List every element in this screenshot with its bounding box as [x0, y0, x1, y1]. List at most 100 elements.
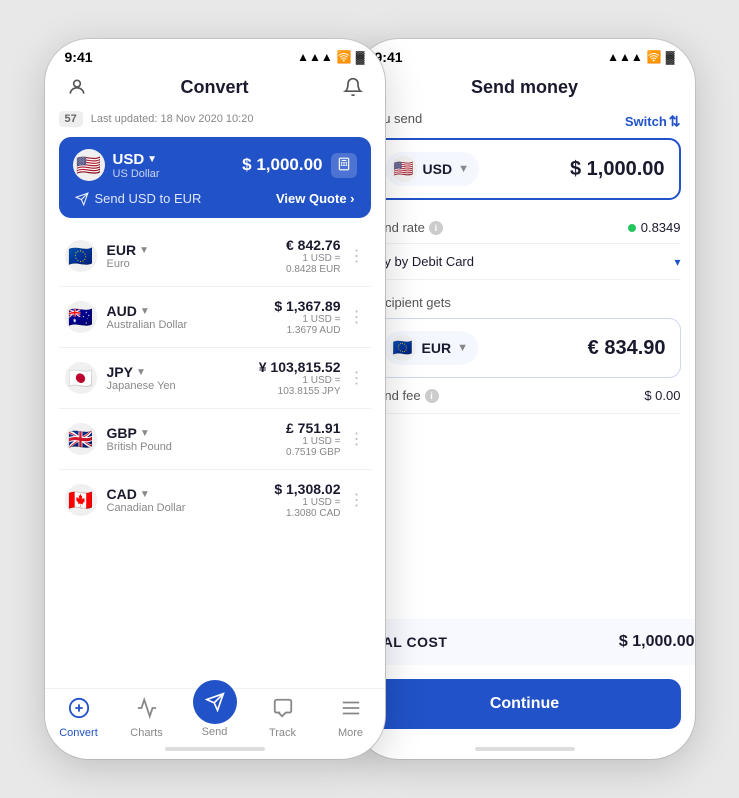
left-screen: 9:41 ▲▲▲ 🛜 ▓ Convert	[45, 39, 385, 759]
jpy-row[interactable]: 🇯🇵 JPY ▼ Japanese Yen ¥ 103,815.52 1 USD…	[59, 348, 371, 409]
recipient-currency-select[interactable]: 🇪🇺 EUR ▼	[384, 331, 478, 365]
fee-value: $ 0.00	[644, 388, 680, 403]
right-phone: 9:41 ▲▲▲ 🛜 ▓ Send money You send	[355, 39, 695, 759]
nav-more-label: More	[338, 727, 363, 739]
recipient-currency-code: EUR	[422, 340, 452, 356]
nav-track-label: Track	[269, 727, 296, 739]
total-cost-row: TOTAL COST $ 1,000.00	[355, 619, 695, 665]
aud-code: AUD ▼	[107, 303, 188, 319]
send-label: Send USD to EUR	[75, 191, 202, 206]
nav-convert[interactable]: Convert	[51, 697, 106, 739]
gbp-name: British Pound	[107, 441, 172, 453]
aud-rate: 1 USD =1.3679 AUD	[274, 314, 340, 336]
track-icon	[272, 697, 294, 725]
nav-track[interactable]: Track	[255, 697, 310, 739]
switch-button[interactable]: Switch ⇅	[625, 113, 681, 130]
eur-amount: € 842.76	[286, 237, 341, 253]
gbp-rate: 1 USD =0.7519 GBP	[286, 436, 341, 458]
recipient-card[interactable]: 🇪🇺 EUR ▼ € 834.90	[369, 318, 681, 378]
update-badge: 57	[59, 111, 83, 127]
calculator-icon[interactable]	[331, 153, 357, 178]
recipient-dropdown: ▼	[457, 342, 468, 354]
send-currency-select[interactable]: 🇺🇸 USD ▼	[385, 152, 479, 186]
nav-convert-label: Convert	[59, 727, 98, 739]
cad-rate: 1 USD =1.3080 CAD	[274, 497, 340, 519]
recipient-section: Recipient gets 🇪🇺 EUR ▼ € 834.90	[369, 294, 681, 378]
selected-currency-card[interactable]: 🇺🇸 USD ▼ US Dollar $ 1,000.00	[59, 137, 371, 218]
left-time: 9:41	[65, 49, 93, 65]
view-quote-button[interactable]: View Quote ›	[276, 191, 355, 206]
cad-row[interactable]: 🇨🇦 CAD ▼ Canadian Dollar $ 1,308.02 1 US…	[59, 470, 371, 530]
profile-icon[interactable]	[63, 73, 91, 101]
pay-chevron-icon: ▾	[674, 255, 680, 269]
more-icon	[340, 697, 362, 725]
switch-icon: ⇅	[669, 113, 681, 130]
jpy-rate: 1 USD =103.8155 JPY	[259, 375, 341, 397]
eur-more[interactable]: ⋮	[349, 246, 365, 266]
bell-icon[interactable]	[339, 73, 367, 101]
charts-icon	[136, 697, 158, 725]
signal-icon: ▲▲▲	[297, 50, 333, 64]
battery-icon: ▓	[356, 50, 365, 64]
eur-name: Euro	[107, 258, 149, 270]
selected-currency-name: US Dollar	[113, 168, 160, 180]
nav-more[interactable]: More	[323, 697, 378, 739]
left-home-indicator	[165, 747, 265, 751]
aud-row[interactable]: 🇦🇺 AUD ▼ Australian Dollar $ 1,367.89 1 …	[59, 287, 371, 348]
right-wifi-icon: 🛜	[647, 50, 662, 64]
eur-code: EUR ▼	[107, 242, 149, 258]
currency-list: 🇪🇺 EUR ▼ Euro € 842.76 1 USD =0.8428 EUR	[59, 226, 371, 530]
send-quote-row: Send USD to EUR View Quote ›	[73, 181, 357, 218]
scene: 9:41 ▲▲▲ 🛜 ▓ Convert	[0, 0, 739, 798]
continue-button[interactable]: Continue	[369, 679, 681, 729]
send-icon	[193, 680, 237, 724]
gbp-flag: 🇬🇧	[65, 423, 97, 455]
gbp-more[interactable]: ⋮	[349, 429, 365, 449]
cad-amount: $ 1,308.02	[274, 481, 340, 497]
nav-send[interactable]: Send	[187, 698, 242, 738]
convert-icon	[68, 697, 90, 725]
green-dot	[628, 224, 636, 232]
wifi-icon: 🛜	[337, 50, 352, 64]
rate-info-icon[interactable]: i	[429, 221, 443, 235]
send-rate-row: Send rate i 0.8349	[369, 212, 681, 244]
eur-row[interactable]: 🇪🇺 EUR ▼ Euro € 842.76 1 USD =0.8428 EUR	[59, 226, 371, 287]
left-header: Convert	[45, 69, 385, 111]
recipient-amount: € 834.90	[588, 337, 666, 360]
you-send-header: You send Switch ⇅	[369, 111, 681, 132]
right-screen: 9:41 ▲▲▲ 🛜 ▓ Send money You send	[355, 39, 695, 759]
right-status-icons: ▲▲▲ 🛜 ▓	[607, 50, 674, 64]
cad-more[interactable]: ⋮	[349, 490, 365, 510]
aud-more[interactable]: ⋮	[349, 307, 365, 327]
nav-charts-label: Charts	[130, 727, 162, 739]
selected-dropdown-arrow: ▼	[147, 154, 157, 165]
jpy-more[interactable]: ⋮	[349, 368, 365, 388]
cad-flag: 🇨🇦	[65, 484, 97, 516]
aud-amount: $ 1,367.89	[274, 298, 340, 314]
fee-info-icon[interactable]: i	[425, 389, 439, 403]
usd-flag: 🇺🇸	[73, 149, 105, 181]
gbp-row[interactable]: 🇬🇧 GBP ▼ British Pound £ 751.91 1 USD =0…	[59, 409, 371, 470]
gbp-amount: £ 751.91	[286, 420, 341, 436]
selected-currency-amount: $ 1,000.00	[242, 155, 322, 175]
selected-currency-left: 🇺🇸 USD ▼ US Dollar	[73, 149, 160, 181]
right-header: Send money	[355, 69, 695, 111]
left-status-bar: 9:41 ▲▲▲ 🛜 ▓	[45, 39, 385, 69]
eur-flag: 🇪🇺	[65, 240, 97, 272]
aud-flag: 🇦🇺	[65, 301, 97, 333]
recipient-flag: 🇪🇺	[390, 335, 416, 361]
you-send-card[interactable]: 🇺🇸 USD ▼ $ 1,000.00	[369, 138, 681, 200]
left-content: 57 Last updated: 18 Nov 2020 10:20 🇺🇸 US…	[45, 111, 385, 688]
update-text: Last updated: 18 Nov 2020 10:20	[91, 113, 254, 125]
nav-charts[interactable]: Charts	[119, 697, 174, 739]
pay-method-row[interactable]: Pay by Debit Card ▾	[369, 244, 681, 280]
right-signal-icon: ▲▲▲	[607, 50, 643, 64]
jpy-name: Japanese Yen	[107, 380, 176, 392]
left-phone: 9:41 ▲▲▲ 🛜 ▓ Convert	[45, 39, 385, 759]
jpy-flag: 🇯🇵	[65, 362, 97, 394]
right-status-bar: 9:41 ▲▲▲ 🛜 ▓	[355, 39, 695, 69]
send-flag: 🇺🇸	[391, 156, 417, 182]
send-fee-row: Send fee i $ 0.00	[369, 378, 681, 414]
eur-rate: 1 USD =0.8428 EUR	[286, 253, 341, 275]
selected-currency-info: USD ▼ US Dollar	[113, 151, 160, 180]
